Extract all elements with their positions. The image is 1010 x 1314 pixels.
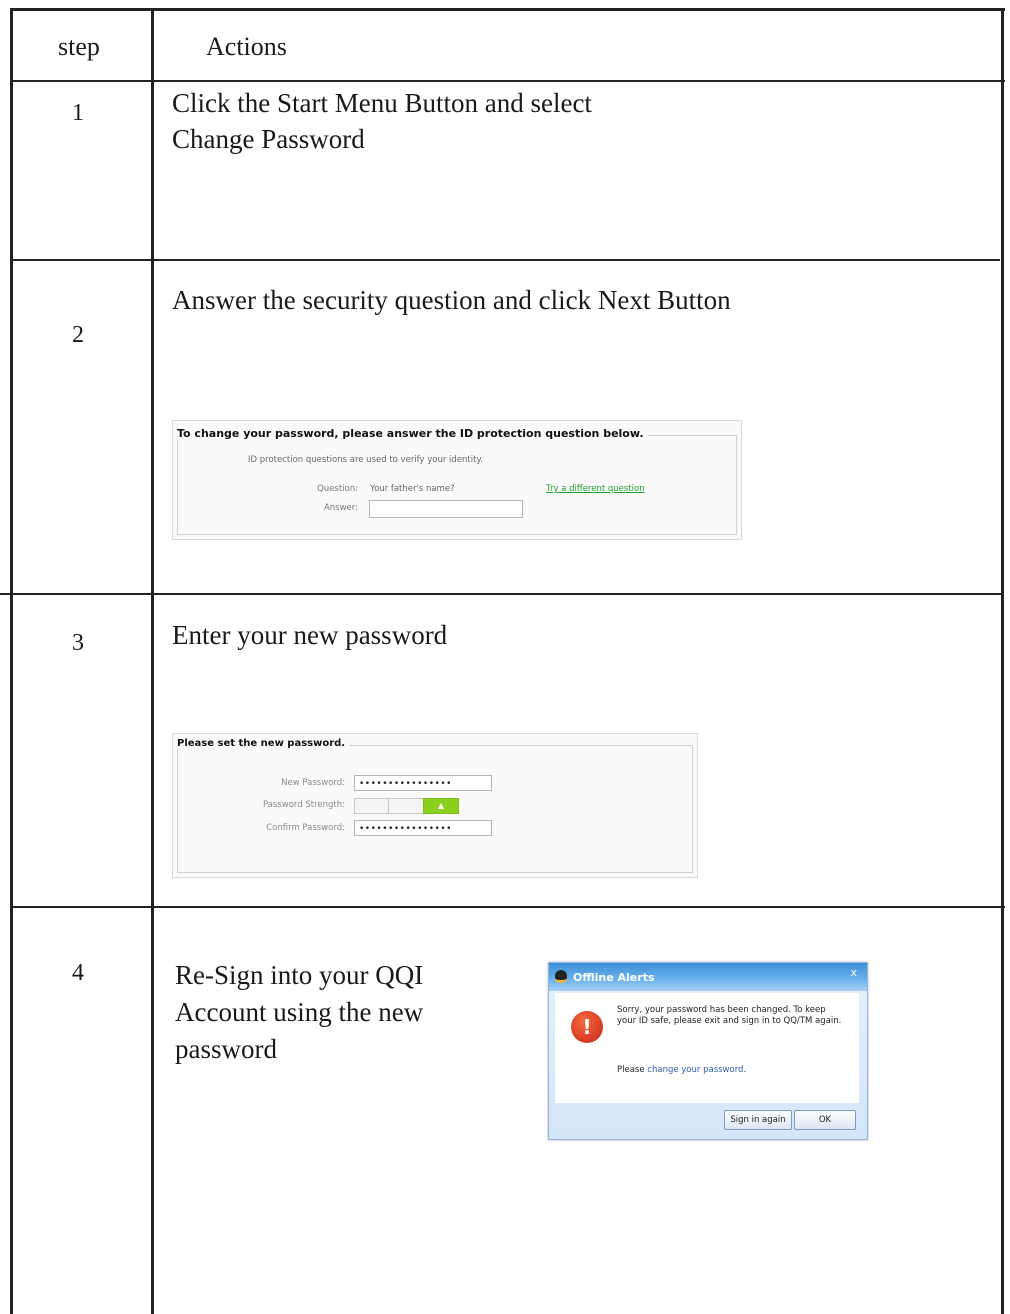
security-panel-title: To change your password, please answer t…: [177, 427, 648, 440]
header-step: step: [58, 32, 100, 61]
table-left-border: [10, 8, 13, 1314]
row-divider-3: [10, 906, 1005, 908]
new-password-panel: Please set the new password. New Passwor…: [172, 733, 698, 878]
answer-label: Answer:: [323, 503, 358, 513]
change-password-link[interactable]: change your password: [647, 1065, 743, 1075]
security-question-group: [177, 435, 737, 535]
offline-alerts-dialog: Offline Alerts x ! Sorry, your password …: [548, 962, 868, 1140]
strength-segment-medium: [388, 798, 424, 814]
please-suffix: .: [743, 1065, 747, 1075]
step-3-text: Enter your new password: [172, 620, 448, 650]
dialog-titlebar: Offline Alerts x: [549, 963, 867, 991]
security-panel-subtitle: ID protection questions are used to veri…: [248, 455, 483, 465]
step-4-text-line-1: Re-Sign into your QQI: [175, 960, 424, 990]
error-alert-icon: !: [571, 1011, 603, 1043]
please-prefix: Please: [617, 1065, 648, 1075]
header-actions: Actions: [206, 32, 287, 61]
step-number-4: 4: [72, 960, 84, 986]
table-right-border: [1001, 8, 1004, 1314]
confirm-password-label: Confirm Password:: [266, 823, 345, 833]
close-icon[interactable]: x: [850, 966, 857, 979]
strength-segment-weak: [354, 798, 390, 814]
step-2-text: Answer the security question and click N…: [172, 285, 731, 315]
step-number-2: 2: [72, 322, 84, 348]
password-strength-label: Password Strength:: [262, 800, 345, 810]
qq-penguin-icon: [555, 970, 567, 983]
column-divider: [151, 8, 154, 1314]
change-password-prompt: Please change your password.: [617, 1065, 746, 1075]
dialog-body: ! Sorry, your password has been changed.…: [555, 993, 859, 1103]
new-password-panel-title: Please set the new password.: [177, 738, 350, 749]
step-1-text-line-2: Change Password: [172, 124, 365, 154]
sign-in-again-button[interactable]: Sign in again: [724, 1110, 792, 1130]
ok-button[interactable]: OK: [794, 1110, 856, 1130]
step-1-text-line-1: Click the Start Menu Button and select: [172, 88, 592, 118]
strength-segment-strong: ▲: [423, 798, 459, 814]
step-number-1: 1: [72, 100, 84, 126]
step-number-3: 3: [72, 630, 84, 656]
new-password-label: New Password:: [281, 778, 345, 788]
row-divider-1: [10, 259, 1000, 261]
step-4-text-line-3: password: [175, 1034, 277, 1064]
confirm-password-input[interactable]: ••••••••••••••••: [354, 820, 492, 836]
dialog-message: Sorry, your password has been changed. T…: [617, 1005, 842, 1026]
question-label: Question:: [317, 484, 358, 494]
table-top-border: [10, 8, 1005, 11]
dialog-title: Offline Alerts: [573, 971, 655, 984]
header-divider: [10, 80, 1005, 82]
answer-input[interactable]: [369, 500, 523, 518]
security-question-panel: To change your password, please answer t…: [172, 420, 742, 540]
step-4-text-line-2: Account using the new: [175, 997, 424, 1027]
try-different-question-link[interactable]: Try a different question: [546, 484, 645, 494]
question-value: Your father's name?: [370, 484, 455, 494]
new-password-input[interactable]: ••••••••••••••••: [354, 775, 492, 791]
